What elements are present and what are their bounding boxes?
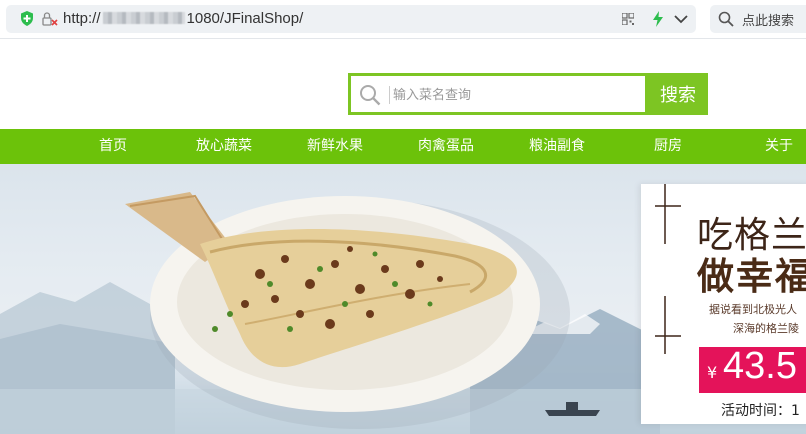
url-text[interactable]: http:// 1080/JFinalShop/: [63, 10, 303, 27]
search-icon: [718, 11, 734, 27]
promo-banner[interactable]: 吃格兰 做幸福 据说看到北极光人 深海的格兰陵 ¥ 43.5 活动时间：1: [0, 164, 806, 434]
promo-title-line2: 做幸福: [697, 255, 806, 298]
nav-item-meat-eggs[interactable]: 肉禽蛋品: [418, 129, 474, 164]
promo-price-tag: ¥ 43.5: [699, 345, 806, 393]
nav-item-kitchen[interactable]: 厨房: [654, 129, 682, 164]
boat-icon: [545, 410, 600, 416]
site-search-box: [348, 73, 648, 115]
browser-search-box[interactable]: 点此搜索: [710, 5, 806, 33]
url-redacted-host: [102, 12, 185, 24]
shield-icon: [21, 11, 33, 26]
dish-search-input[interactable]: [393, 82, 633, 108]
price-currency: ¥: [707, 363, 718, 382]
nav-item-vegetables[interactable]: 放心蔬菜: [196, 129, 252, 164]
nav-item-fruits[interactable]: 新鲜水果: [307, 129, 363, 164]
magnifier-icon: [360, 85, 381, 106]
chevron-down-icon[interactable]: [674, 14, 688, 24]
search-button[interactable]: 搜索: [648, 73, 708, 115]
main-nav: 首页 放心蔬菜 新鲜水果 肉禽蛋品 粮油副食 厨房 关于: [0, 129, 806, 164]
browser-search-placeholder: 点此搜索: [742, 14, 795, 29]
promo-card[interactable]: 吃格兰 做幸福 据说看到北极光人 深海的格兰陵 ¥ 43.5 活动时间：1: [641, 184, 806, 424]
address-bar[interactable]: http:// 1080/JFinalShop/: [6, 5, 696, 33]
nav-item-grain-oil[interactable]: 粮油副食: [529, 129, 585, 164]
browser-toolbar: http:// 1080/JFinalShop/ 点此搜索: [0, 0, 806, 39]
promo-activity-time: 活动时间：1: [721, 403, 800, 419]
url-path: 1080/JFinalShop/: [186, 10, 304, 27]
nav-item-home[interactable]: 首页: [99, 129, 127, 164]
lock-x-icon[interactable]: [42, 11, 58, 27]
qr-icon[interactable]: [622, 13, 634, 25]
nav-item-about[interactable]: 关于: [765, 129, 793, 164]
search-divider: [389, 86, 390, 104]
promo-desc-line1: 据说看到北极光人: [709, 303, 797, 316]
bolt-icon[interactable]: [652, 11, 664, 27]
price-amount: 43.5: [723, 345, 797, 387]
url-prefix: http://: [63, 10, 101, 27]
promo-desc-line2: 深海的格兰陵: [733, 322, 799, 335]
